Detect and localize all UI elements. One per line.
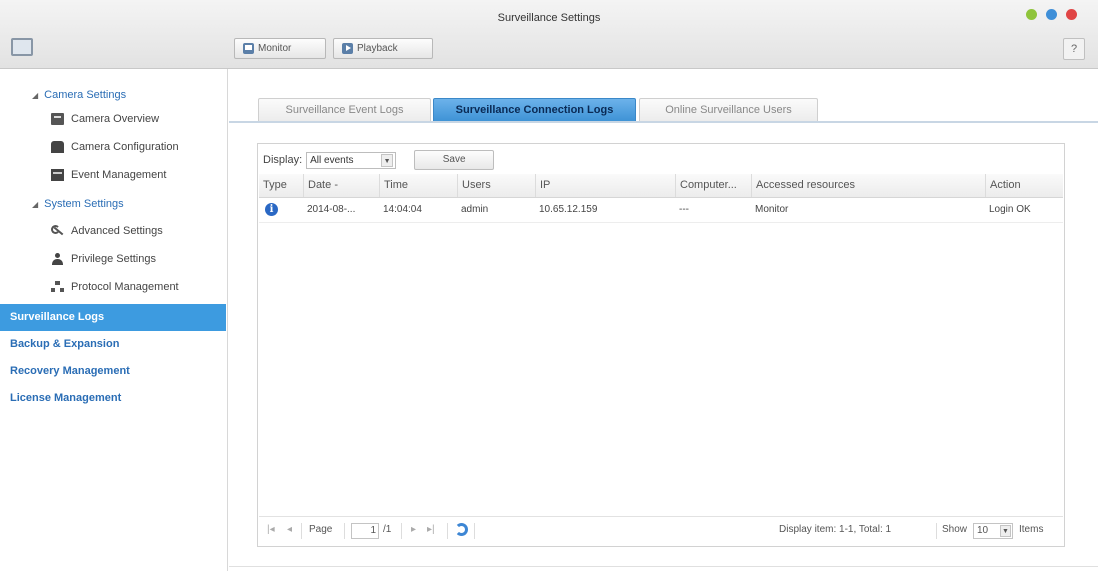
sidebar-item-label: Privilege Settings xyxy=(71,253,156,265)
column-header-users[interactable]: Users xyxy=(457,174,535,197)
cell-ip: 10.65.12.159 xyxy=(539,204,598,215)
sidebar-item-camera-configuration[interactable]: Camera Configuration xyxy=(51,141,179,153)
camera-configuration-icon xyxy=(51,141,64,153)
sidebar-item-protocol-management[interactable]: Protocol Management xyxy=(51,281,179,293)
divider xyxy=(474,523,475,539)
title-bar: Surveillance Settings Monitor Playback ? xyxy=(0,0,1098,69)
sidebar-item-event-management[interactable]: Event Management xyxy=(51,169,166,181)
cell-time: 14:04:04 xyxy=(383,204,422,215)
bottom-divider xyxy=(229,566,1098,567)
collapse-arrow-icon: ◢ xyxy=(32,90,39,100)
show-label: Show xyxy=(942,524,968,535)
divider xyxy=(401,523,402,539)
sidebar-item-label: Camera Overview xyxy=(71,113,160,125)
sidebar-group-label: Camera Settings xyxy=(44,89,127,101)
sidebar-item-label: Event Management xyxy=(71,169,167,181)
pagination-bar: |◂ ◂ Page 1 /1 ▸ ▸| Display item: 1-1, T… xyxy=(259,516,1063,545)
sidebar-item-backup-expansion[interactable]: Backup & Expansion xyxy=(0,331,226,358)
refresh-icon[interactable] xyxy=(455,523,468,536)
sidebar-group-label: System Settings xyxy=(44,198,124,210)
divider xyxy=(447,523,448,539)
last-page-icon[interactable]: ▸| xyxy=(427,524,435,535)
event-management-icon xyxy=(51,169,64,181)
sidebar-group-camera-settings[interactable]: ◢ Camera Settings xyxy=(32,89,126,101)
column-header-type[interactable]: Type xyxy=(259,174,303,197)
close-icon[interactable] xyxy=(1066,9,1077,20)
sidebar-item-label: Protocol Management xyxy=(71,281,179,293)
sidebar-group-system-settings[interactable]: ◢ System Settings xyxy=(32,198,124,210)
maximize-icon[interactable] xyxy=(1046,9,1057,20)
divider xyxy=(301,523,302,539)
wrench-icon xyxy=(51,225,64,237)
first-page-icon[interactable]: |◂ xyxy=(267,524,275,535)
display-item-info: Display item: 1-1, Total: 1 xyxy=(779,524,892,535)
previous-page-icon[interactable]: ◂ xyxy=(287,524,292,535)
display-filter-select[interactable]: All events ▼ xyxy=(306,151,397,169)
sidebar-item-license-management[interactable]: License Management xyxy=(0,385,226,412)
column-header-ip[interactable]: IP xyxy=(535,174,675,197)
sidebar-item-surveillance-logs[interactable]: Surveillance Logs xyxy=(0,304,226,331)
column-header-accessed-resources[interactable]: Accessed resources xyxy=(751,174,985,197)
page-label: Page xyxy=(309,524,333,535)
tab-surveillance-event-logs[interactable]: Surveillance Event Logs xyxy=(258,98,431,121)
tab-underline xyxy=(229,121,1098,123)
column-header-action[interactable]: Action xyxy=(985,174,1063,197)
column-header-date-label: Date xyxy=(308,179,332,191)
monitor-button[interactable]: Monitor xyxy=(234,38,326,59)
chevron-down-icon[interactable]: ▼ xyxy=(1000,525,1011,537)
sort-indicator-icon: - xyxy=(334,179,338,191)
cell-date: 2014-08-... xyxy=(307,204,356,215)
minimize-icon[interactable] xyxy=(1026,9,1037,20)
page-number-input[interactable]: 1 xyxy=(351,523,379,539)
filter-row: Display: All events ▼ Save xyxy=(263,149,495,171)
sidebar-item-label: Camera Configuration xyxy=(71,141,179,153)
save-button[interactable]: Save xyxy=(414,150,495,170)
sidebar-item-camera-overview[interactable]: Camera Overview xyxy=(51,113,159,125)
logs-panel: Display: All events ▼ Save Type Date - T… xyxy=(257,143,1065,547)
divider xyxy=(936,523,937,539)
monitor-icon xyxy=(243,43,254,54)
table-row[interactable]: i 2014-08-... 14:04:04 admin 10.65.12.15… xyxy=(259,198,1063,223)
window-title: Surveillance Settings xyxy=(497,12,601,24)
cell-user: admin xyxy=(461,204,489,215)
sidebar-item-advanced-settings[interactable]: Advanced Settings xyxy=(51,225,163,237)
chevron-down-icon[interactable]: ▼ xyxy=(381,153,394,167)
playback-icon xyxy=(342,43,353,54)
user-icon xyxy=(51,253,64,265)
playback-button[interactable]: Playback xyxy=(333,38,433,59)
items-label: Items xyxy=(1019,524,1044,535)
app-menu-icon[interactable] xyxy=(11,38,33,56)
column-header-date[interactable]: Date - xyxy=(303,174,379,197)
sidebar: ◢ Camera Settings Camera Overview Camera… xyxy=(0,69,228,571)
page-size-select[interactable]: 10 ▼ xyxy=(973,523,1013,539)
column-header-time[interactable]: Time xyxy=(379,174,457,197)
monitor-label: Monitor xyxy=(258,43,292,54)
next-page-icon[interactable]: ▸ xyxy=(411,524,416,535)
cell-action: Login OK xyxy=(989,204,1031,215)
tab-online-surveillance-users[interactable]: Online Surveillance Users xyxy=(639,98,818,121)
cell-computer: --- xyxy=(679,204,689,215)
page-size-value: 10 xyxy=(977,525,989,536)
column-header-computer[interactable]: Computer... xyxy=(675,174,751,197)
network-icon xyxy=(51,281,64,293)
display-label: Display: xyxy=(263,154,303,166)
table-header: Type Date - Time Users IP Computer... Ac… xyxy=(259,174,1063,198)
playback-label: Playback xyxy=(357,43,398,54)
sidebar-item-recovery-management[interactable]: Recovery Management xyxy=(0,358,226,385)
help-button[interactable]: ? xyxy=(1063,38,1085,60)
divider xyxy=(344,523,345,539)
sidebar-item-label: Advanced Settings xyxy=(71,225,163,237)
camera-overview-icon xyxy=(51,113,64,125)
sidebar-item-privilege-settings[interactable]: Privilege Settings xyxy=(51,253,156,265)
page-total: /1 xyxy=(383,524,392,535)
cell-accessed-resource: Monitor xyxy=(755,204,789,215)
info-icon: i xyxy=(265,203,278,216)
display-filter-value: All events xyxy=(310,154,354,166)
tab-surveillance-connection-logs[interactable]: Surveillance Connection Logs xyxy=(433,98,636,121)
collapse-arrow-icon: ◢ xyxy=(32,199,39,209)
